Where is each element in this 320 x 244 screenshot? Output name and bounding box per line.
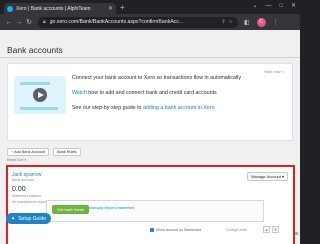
xero-favicon-icon <box>7 5 13 12</box>
checkbox-checked-icon[interactable] <box>150 228 154 232</box>
page-title: Bank accounts <box>7 45 63 55</box>
watch-link[interactable]: Watch <box>72 90 87 96</box>
illustration-bar <box>20 107 58 110</box>
promo-illustration[interactable] <box>14 76 66 114</box>
browser-toolbar: ← → ↻ 🔒︎ go.xero.com/Bank/BankAccounts.a… <box>0 14 300 30</box>
bank-rules-label: Bank Rules <box>57 150 77 154</box>
show-on-dashboard-label: Show account on Dashboard <box>156 228 201 232</box>
setup-guide-button[interactable]: ✦ Setup Guide <box>6 213 52 224</box>
bank-rules-button[interactable]: Bank Rules <box>53 148 81 156</box>
setup-guide-icon: ✦ <box>11 215 16 222</box>
minimize-icon[interactable]: — <box>265 2 271 10</box>
move-down-icon[interactable]: ▼ <box>272 226 279 233</box>
guide-link[interactable]: adding a bank account in Xero <box>143 105 215 111</box>
page-content: Bank accounts Hide now × Connect your ba… <box>0 30 300 244</box>
statement-balance-amount: 0.00 <box>12 186 26 193</box>
star-icon[interactable]: ☆ <box>229 19 233 25</box>
illustration-bar <box>20 82 50 85</box>
account-type: Bank account <box>12 178 34 182</box>
bank-account-card: Jack sparrow Bank account Manage Account… <box>6 165 295 244</box>
bank-actions: + Add Bank Account Bank Rules <box>7 148 81 156</box>
back-icon[interactable]: ← <box>4 19 14 26</box>
menu-icon[interactable]: ⋮ <box>273 19 279 26</box>
show-on-dashboard[interactable]: Show account on Dashboard <box>150 228 201 232</box>
statement-balance-label: Statement balance <box>12 194 42 198</box>
close-window-icon[interactable]: ✕ <box>291 2 296 10</box>
browser-tab[interactable]: Xero | Bank accounts | AlphiTeam ✕ <box>4 3 116 14</box>
change-order-label: Change order <box>226 228 248 232</box>
get-bank-feeds-button[interactable]: Get bank feeds <box>52 205 90 214</box>
tab-search-icon[interactable]: ⌄ <box>252 2 257 10</box>
tab-close-icon[interactable]: ✕ <box>108 5 113 12</box>
title-divider <box>0 57 300 58</box>
play-video-icon[interactable] <box>33 88 47 102</box>
move-up-icon[interactable]: ▲ <box>263 226 270 233</box>
tab-title: Xero | Bank accounts | AlphiTeam <box>16 5 91 12</box>
guide-text: See our step-by-step guide to <box>72 105 143 111</box>
manage-account-button[interactable]: Manage Account ▾ <box>247 172 288 181</box>
forward-icon[interactable]: → <box>14 19 24 26</box>
promo-line-connect: Connect your bank account to Xero so tra… <box>72 75 242 81</box>
lock-icon[interactable]: 🔒︎ <box>43 19 46 25</box>
manual-import-link[interactable]: manually import a statement <box>89 206 134 210</box>
window-controls: ⌄ — □ ✕ <box>252 2 296 10</box>
address-bar[interactable]: 🔒︎ go.xero.com/Bank/BankAccounts.aspx?co… <box>38 16 238 28</box>
url-text[interactable]: go.xero.com/Bank/BankAccounts.aspx?confi… <box>50 19 219 25</box>
add-bank-account-label: Add Bank Account <box>14 150 46 154</box>
bank-feed-promo: Hide now × Connect your bank account to … <box>7 63 293 141</box>
reload-icon[interactable]: ↻ <box>24 18 34 26</box>
setup-guide-label: Setup Guide <box>18 215 47 222</box>
promo-line-watch: Watch how to add and connect bank and cr… <box>72 90 217 96</box>
extensions-icon[interactable]: ◧ <box>244 19 250 26</box>
hide-promo-link[interactable]: Hide now × <box>264 69 284 74</box>
promo-line-guide: See our step-by-step guide to adding a b… <box>72 105 215 111</box>
tab-bar: Xero | Bank accounts | AlphiTeam ✕ + ⌄ —… <box>0 0 300 14</box>
new-tab-button[interactable]: + <box>120 3 125 12</box>
share-icon[interactable]: ⇪ <box>221 19 225 25</box>
bank-feed-panel: Get bank feeds or manually import a stat… <box>46 200 264 222</box>
manual-import-text: or manually import a statement <box>85 206 134 210</box>
profile-avatar[interactable]: C <box>256 17 266 27</box>
reset-sort-link[interactable]: Reset Sort ▾ <box>7 158 26 162</box>
watch-text: how to add and connect bank and credit c… <box>86 90 217 96</box>
maximize-icon[interactable]: □ <box>279 2 283 10</box>
scroll-indicator[interactable] <box>295 232 298 235</box>
add-bank-account-button[interactable]: + Add Bank Account <box>7 148 50 156</box>
